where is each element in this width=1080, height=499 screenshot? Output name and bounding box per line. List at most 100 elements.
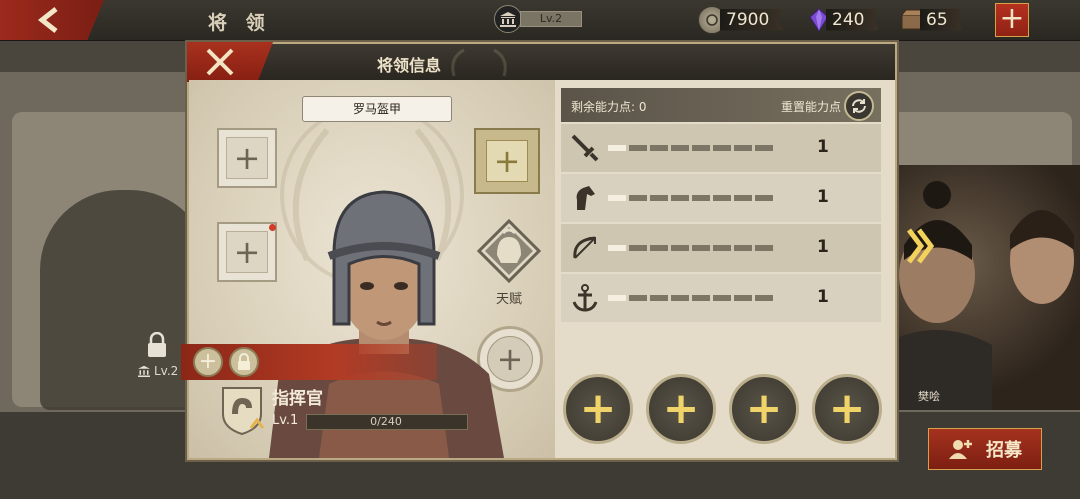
xp-text: 0/240 — [370, 415, 402, 428]
stat-bar — [608, 245, 773, 251]
stat-segment — [650, 145, 668, 151]
plus-icon: + — [662, 383, 700, 434]
stat-value: 1 — [817, 237, 829, 257]
stat-row-navy[interactable]: 1 — [561, 274, 881, 322]
page-title: 将 领 — [208, 12, 271, 34]
stat-segment — [671, 245, 689, 251]
back-button[interactable] — [0, 0, 104, 40]
stat-segment — [713, 245, 731, 251]
stat-segment — [692, 195, 710, 201]
reset-points-button[interactable] — [844, 91, 874, 121]
panel-header: 将领信息 — [189, 44, 895, 80]
stat-bar — [608, 295, 773, 301]
stat-value: 1 — [817, 187, 829, 207]
horse-icon — [576, 186, 595, 210]
stat-segment — [713, 295, 731, 301]
level-label: Lv.2 — [520, 11, 582, 27]
stat-segment — [734, 245, 752, 251]
back-arrow-icon — [37, 7, 58, 33]
add-slot-2-button[interactable]: + — [646, 374, 716, 444]
stat-segment — [629, 145, 647, 151]
points-header: 剩余能力点: 0 重置能力点 — [561, 88, 881, 122]
rank-badge-icon — [219, 384, 265, 436]
anchor-icon — [572, 284, 598, 312]
coin-value: 7900 — [720, 8, 784, 31]
stat-segment — [650, 295, 668, 301]
stat-segment — [608, 245, 626, 251]
stat-segment — [629, 195, 647, 201]
stat-segment — [671, 195, 689, 201]
stat-segment — [755, 295, 773, 301]
next-general-chevron-icon[interactable] — [905, 226, 935, 270]
stat-segment — [734, 195, 752, 201]
bow-icon — [573, 236, 596, 259]
gem-resource[interactable]: 240 — [806, 6, 879, 33]
plus-icon: + — [579, 383, 617, 434]
ability-points-area: 剩余能力点: 0 重置能力点 1 1 1 1 + + + + — [561, 88, 882, 458]
remaining-points-label: 剩余能力点: 0 — [571, 100, 647, 114]
stat-segment — [608, 145, 626, 151]
general-faces-icon — [882, 181, 1074, 410]
equipment-name: 罗马盔甲 — [302, 96, 452, 122]
stat-row-cavalry[interactable]: 1 — [561, 174, 881, 222]
crate-value: 65 — [920, 8, 962, 31]
recruit-label: 招募 — [986, 440, 1022, 461]
add-slot-1-button[interactable]: + — [563, 374, 633, 444]
stat-segment — [755, 145, 773, 151]
top-bar: 将 领 Lv.2 7900 240 65 + — [0, 0, 1080, 41]
stat-segment — [671, 145, 689, 151]
temple-icon — [494, 5, 522, 33]
refresh-icon — [852, 99, 866, 113]
add-slot-4-button[interactable]: + — [812, 374, 882, 444]
stat-segment — [629, 295, 647, 301]
close-icon — [206, 48, 234, 76]
coin-resource[interactable]: 7900 — [698, 5, 784, 34]
plus-icon: + — [828, 383, 866, 434]
recruit-person-icon — [949, 440, 972, 459]
stat-segment — [734, 295, 752, 301]
gem-value: 240 — [826, 8, 879, 31]
stat-segment — [692, 295, 710, 301]
stat-segment — [650, 195, 668, 201]
stat-segment — [713, 195, 731, 201]
stat-segment — [755, 195, 773, 201]
other-general-name: 樊哙 — [918, 390, 940, 403]
unlock-button[interactable] — [229, 347, 259, 377]
stat-segment — [755, 245, 773, 251]
armor-plus-icon: + — [493, 142, 521, 180]
add-resource-button[interactable]: + — [995, 3, 1029, 37]
sword-icon — [571, 134, 599, 162]
stat-segment — [692, 245, 710, 251]
stat-segment — [734, 145, 752, 151]
player-level[interactable]: Lv.2 — [494, 5, 582, 33]
stat-segment — [713, 145, 731, 151]
locked-level-text: Lv.2 — [154, 364, 179, 378]
lock-icon — [238, 353, 250, 370]
lock-icon — [146, 331, 168, 362]
recruit-button[interactable]: 招募 — [928, 428, 1042, 470]
stat-bar — [608, 195, 773, 201]
other-generals-portrait[interactable] — [882, 165, 1080, 410]
stat-value: 1 — [817, 287, 829, 307]
general-rank: 指挥官 — [272, 389, 323, 409]
stat-segment — [671, 295, 689, 301]
stat-row-archery[interactable]: 1 — [561, 224, 881, 272]
temple-icon — [138, 365, 150, 377]
stat-value: 1 — [817, 137, 829, 157]
stat-segment — [608, 195, 626, 201]
stat-segment — [608, 295, 626, 301]
plus-icon: + — [233, 233, 261, 271]
locked-level-label: Lv.2 — [137, 364, 178, 378]
stat-bar — [608, 145, 773, 151]
plus-icon: + — [198, 349, 218, 374]
general-action-band: + — [181, 344, 437, 380]
stat-segment — [692, 145, 710, 151]
reset-points-label: 重置能力点 — [781, 100, 842, 114]
add-skill-button[interactable]: + — [193, 347, 223, 377]
general-level: Lv.1 — [272, 413, 299, 428]
plus-icon: + — [745, 383, 783, 434]
add-slot-3-button[interactable]: + — [729, 374, 799, 444]
stat-segment — [650, 245, 668, 251]
stat-row-attack[interactable]: 1 — [561, 124, 881, 172]
crate-resource[interactable]: 65 — [900, 6, 962, 33]
